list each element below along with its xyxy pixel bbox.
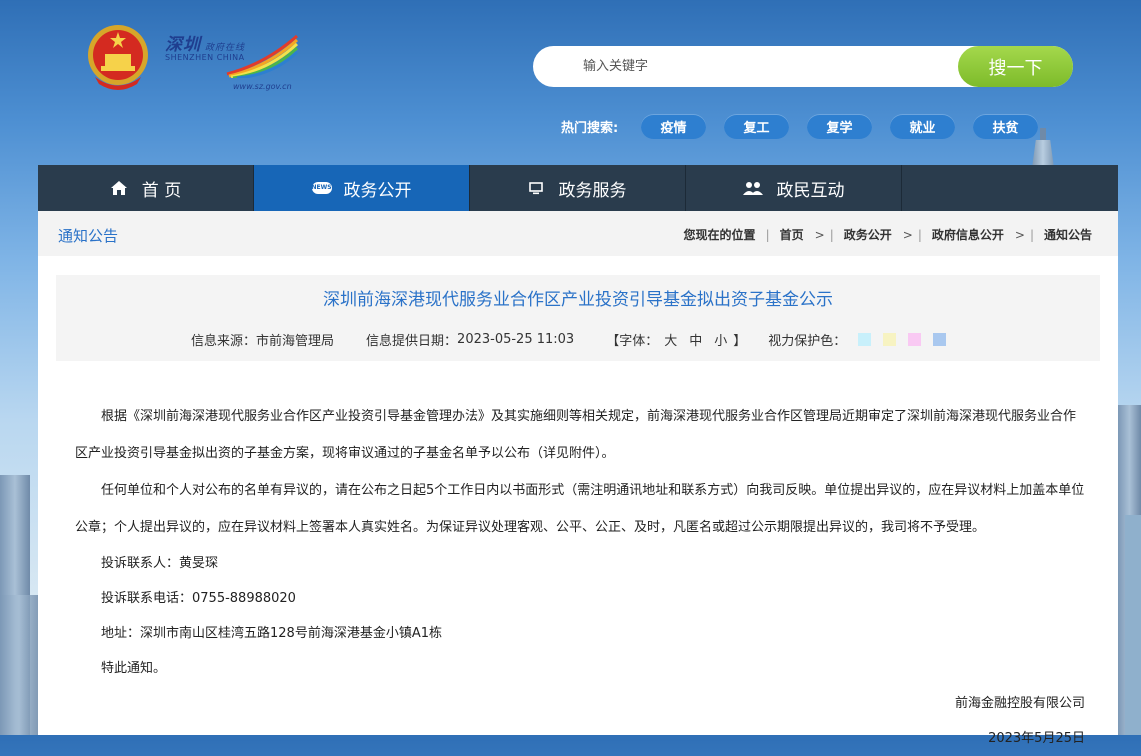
site-logo[interactable]: 深圳 政府在线 SHENZHEN CHINA www.sz.gov.cn	[165, 30, 300, 92]
font-size-close: 】	[733, 334, 747, 349]
breadcrumb-separator: >	[814, 227, 825, 242]
breadcrumb-here: 您现在的位置	[683, 228, 756, 242]
breadcrumb-divider: |	[917, 227, 922, 242]
hot-search-label: 热门搜索:	[561, 121, 619, 136]
logo-cn: 深圳 政府在线	[165, 35, 246, 55]
monitor-icon	[528, 181, 543, 194]
search-box: 搜一下	[533, 46, 1073, 87]
nav-label: 政务公开	[343, 180, 412, 201]
breadcrumb-link[interactable]: 政务公开	[844, 226, 892, 243]
search-button[interactable]: 搜一下	[958, 46, 1073, 87]
nav-label: 政务服务	[558, 180, 627, 201]
article-title: 深圳前海深港现代服务业合作区产业投资引导基金拟出资子基金公示	[323, 290, 833, 310]
breadcrumb-link[interactable]: 首页	[780, 226, 804, 243]
nav-item-services[interactable]: 政务服务	[470, 165, 686, 211]
home-icon	[110, 181, 127, 195]
breadcrumb-link[interactable]: 通知公告	[1044, 226, 1092, 243]
article-panel: 深圳前海深港现代服务业合作区产业投资引导基金拟出资子基金公示 信息来源： 市前海…	[38, 256, 1118, 746]
news-icon: NEWS	[311, 182, 332, 194]
main-nav: 首 页 NEWS 政务公开 政务服务 政民互动	[38, 165, 1118, 211]
section-title: 通知公告	[58, 227, 119, 245]
font-large-button[interactable]: 大	[664, 330, 677, 349]
font-small-button[interactable]: 小	[714, 330, 727, 349]
font-medium-button[interactable]: 中	[689, 330, 702, 349]
date-value: 2023-05-25 11:03	[457, 332, 575, 347]
logo-url: www.sz.gov.cn	[233, 82, 292, 91]
breadcrumb-divider: |	[1029, 227, 1034, 242]
article-meta: 信息来源： 市前海管理局 信息提供日期： 2023-05-25 11:03 【字…	[191, 330, 947, 349]
search-input[interactable]	[573, 46, 943, 87]
source-label: 信息来源：	[191, 334, 257, 349]
body-paragraph: 根据《深圳前海深港现代服务业合作区产业投资引导基金管理办法》及其实施细则等相关规…	[75, 409, 1077, 461]
breadcrumb-divider: |	[765, 227, 770, 242]
contact-address: 地址：深圳市南山区桂湾五路128号前海深港基金小镇A1栋	[101, 626, 442, 641]
contact-person: 投诉联系人：黄旻琛	[101, 556, 219, 571]
breadcrumb-separator: >	[902, 227, 913, 242]
font-size-label: 【字体：	[606, 334, 659, 349]
hot-tag[interactable]: 疫情	[641, 114, 706, 139]
signature-org: 前海金融控股有限公司	[954, 696, 1085, 711]
nav-item-home[interactable]: 首 页	[38, 165, 254, 211]
breadcrumb: 您现在的位置 | 首页 > | 政务公开 > | 政府信息公开 > | 通知公告	[684, 226, 1092, 243]
notice-closing: 特此通知。	[101, 661, 167, 676]
article-body: 根据《深圳前海深港现代服务业合作区产业投资引导基金管理办法》及其实施细则等相关规…	[75, 398, 1085, 756]
people-icon	[742, 182, 763, 195]
nav-item-government-affairs[interactable]: NEWS 政务公开	[254, 165, 470, 211]
article-header: 深圳前海深港现代服务业合作区产业投资引导基金拟出资子基金公示 信息来源： 市前海…	[56, 275, 1100, 361]
hot-tag[interactable]: 扶贫	[973, 114, 1038, 139]
body-paragraph: 任何单位和个人对公布的名单有异议的，请在公布之日起5个工作日内以书面形式（需注明…	[75, 483, 1085, 535]
skyline-building	[1125, 515, 1141, 735]
eye-care-label: 视力保护色：	[768, 334, 847, 349]
breadcrumb-divider: |	[829, 227, 834, 242]
eye-care-swatch[interactable]	[858, 333, 872, 346]
eye-care-swatch[interactable]	[908, 333, 922, 346]
breadcrumb-link[interactable]: 政府信息公开	[932, 226, 1004, 243]
hot-tag[interactable]: 复学	[807, 114, 872, 139]
eye-care-swatch[interactable]	[933, 333, 947, 346]
logo-en: SHENZHEN CHINA	[165, 53, 245, 62]
eye-care-swatch[interactable]	[883, 333, 897, 346]
hot-search-tags: 疫情 复工 复学 就业 扶贫	[641, 114, 1038, 139]
skyline-building	[0, 595, 38, 735]
contact-phone: 投诉联系电话：0755-88988020	[101, 591, 296, 606]
nav-label: 首 页	[141, 180, 182, 201]
hot-tag[interactable]: 就业	[890, 114, 955, 139]
hot-tag[interactable]: 复工	[724, 114, 789, 139]
nav-item-interaction[interactable]: 政民互动	[686, 165, 902, 211]
breadcrumb-separator: >	[1014, 227, 1025, 242]
date-label: 信息提供日期：	[366, 334, 458, 349]
national-emblem-icon	[88, 25, 148, 90]
signature-date: 2023年5月25日	[988, 731, 1085, 746]
source-value: 市前海管理局	[256, 334, 335, 349]
breadcrumb-bar: 通知公告 您现在的位置 | 首页 > | 政务公开 > | 政府信息公开 > | 通知…	[38, 211, 1118, 256]
nav-label: 政民互动	[776, 180, 845, 201]
